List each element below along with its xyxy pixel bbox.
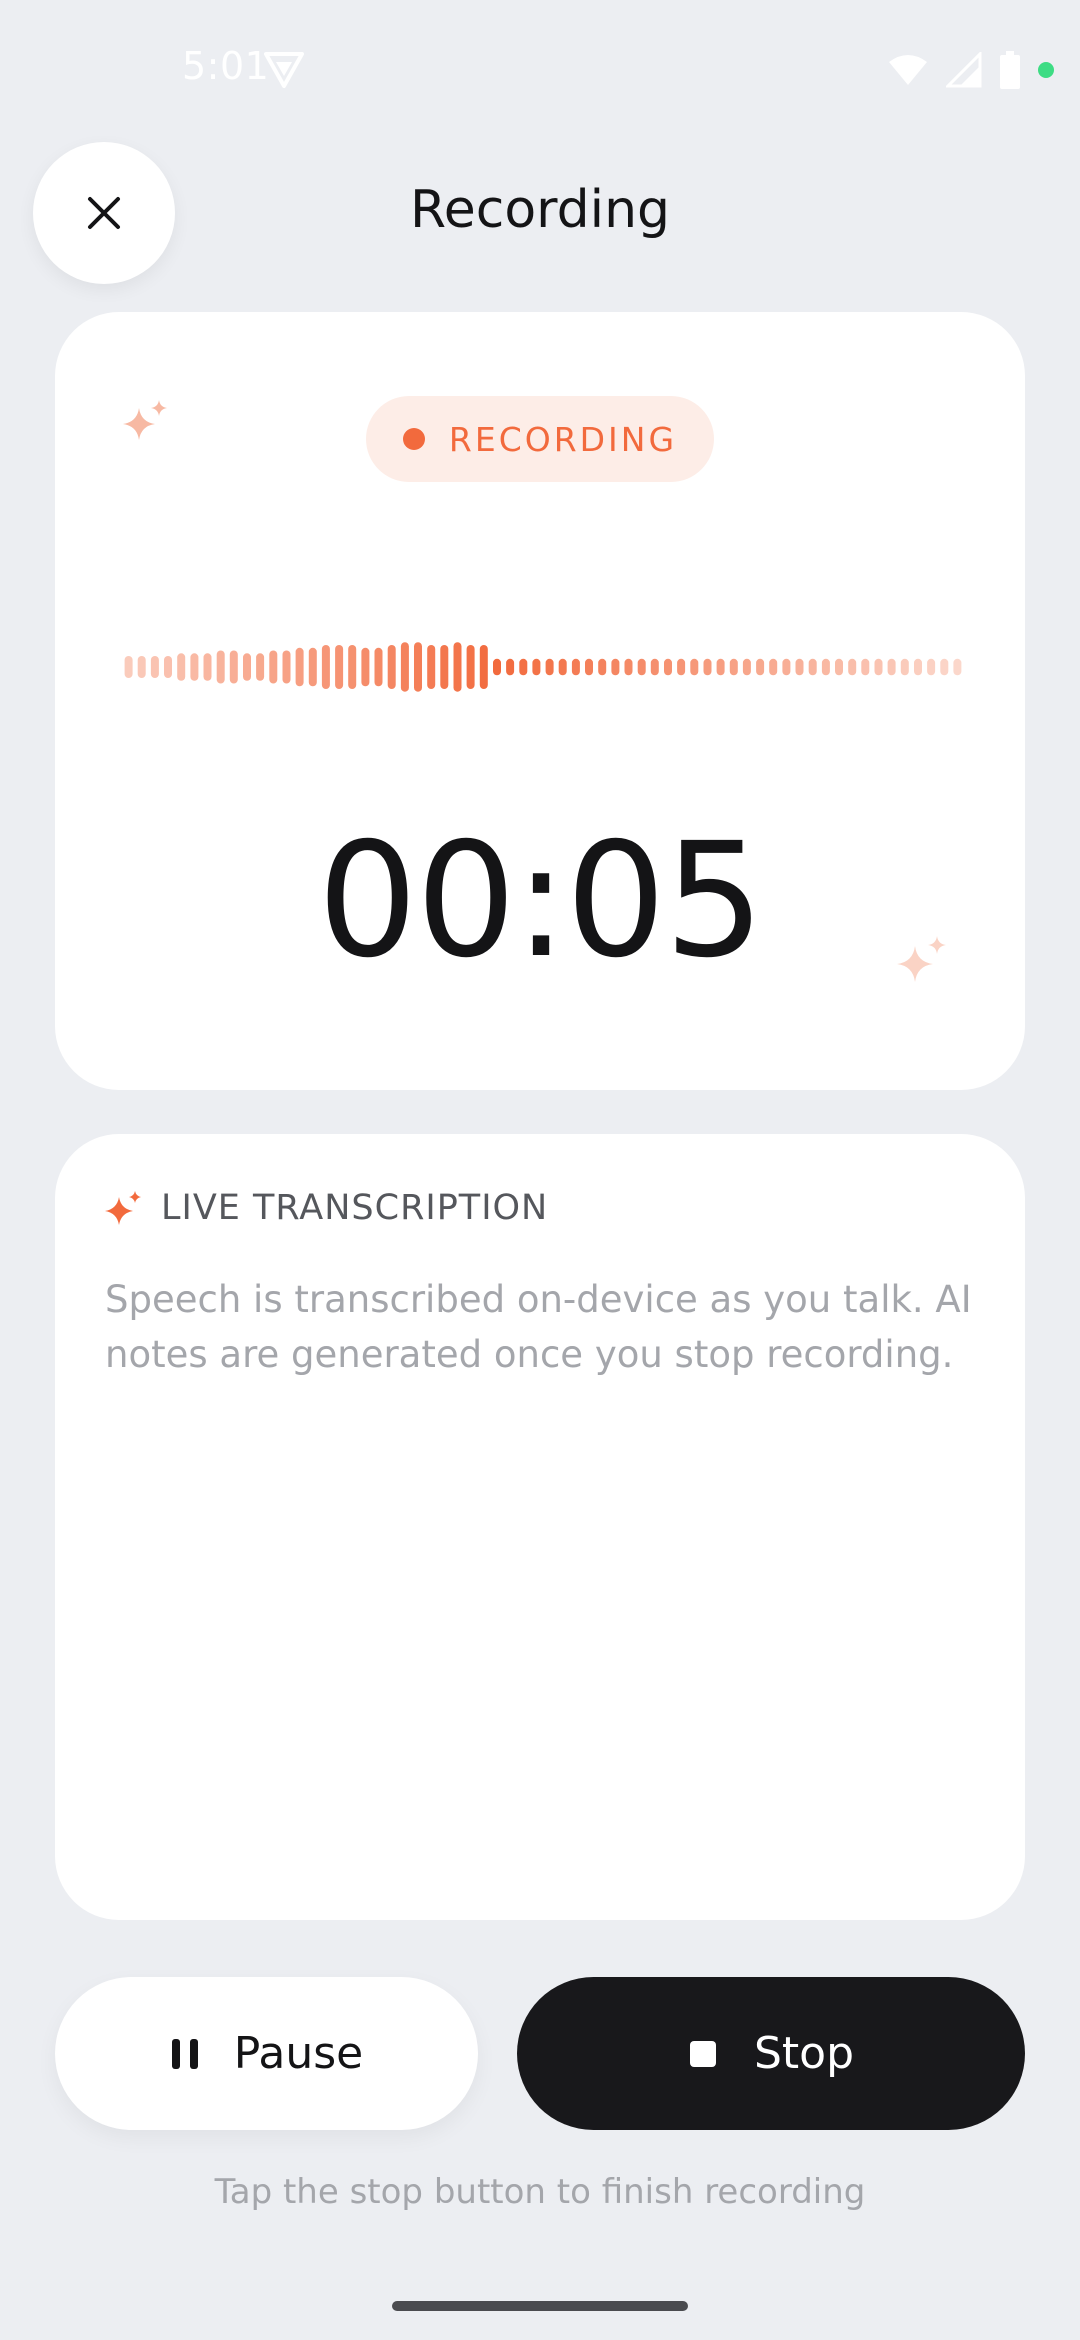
waveform-bar (243, 653, 251, 681)
waveform-bar (400, 642, 409, 692)
waveform-bar (414, 642, 422, 692)
waveform-bar (532, 658, 541, 676)
waveform-bar (216, 650, 225, 684)
waveform-bar (256, 653, 265, 681)
waveform-bar (940, 658, 949, 676)
waveform-bar (887, 658, 896, 676)
pause-icon (171, 2038, 198, 2069)
stop-icon (689, 2040, 716, 2067)
waveform-bar (269, 650, 278, 684)
waveform-bar (453, 642, 462, 692)
sparkle-icon (105, 1191, 141, 1225)
waveform-bar (545, 658, 554, 676)
waveform-bar (808, 658, 817, 676)
waveform-bar (558, 658, 567, 676)
waveform-bar (861, 658, 870, 676)
recording-dot-icon (402, 428, 425, 450)
waveform-bar (190, 653, 199, 681)
waveform-bar (164, 656, 172, 678)
waveform-bar (637, 658, 646, 676)
waveform-bar (466, 645, 475, 689)
cellular-signal-icon (946, 52, 982, 88)
stop-button-label: Stop (753, 2028, 855, 2079)
waveform-bar (729, 658, 738, 676)
recording-card: RECORDING 00:05 (55, 312, 1025, 1090)
waveform-bar (387, 645, 396, 689)
transcription-title: LIVE TRANSCRIPTION (161, 1188, 549, 1228)
waveform-bar (506, 658, 515, 676)
battery-icon (1000, 51, 1020, 89)
recording-timer: 00:05 (317, 809, 764, 993)
waveform-bar (690, 658, 699, 676)
waveform-bar (598, 658, 607, 676)
stop-button[interactable]: Stop (517, 1977, 1025, 2130)
waveform-bar (624, 658, 633, 676)
waveform-bar (874, 658, 883, 676)
waveform-bar (756, 658, 765, 676)
waveform-bar (703, 658, 712, 676)
privacy-indicator-dot (1038, 62, 1054, 78)
stop-hint-text: Tap the stop button to finish recording (214, 2172, 866, 2212)
waveform-bar (479, 645, 488, 689)
status-time: 5:01 (182, 44, 270, 88)
waveform-bar (177, 653, 186, 681)
waveform-bar (295, 647, 304, 687)
waveform-bar (769, 658, 778, 676)
waveform-bar (782, 658, 791, 676)
home-indicator[interactable] (392, 2301, 688, 2311)
waveform-bar (927, 658, 936, 676)
recording-status-badge: RECORDING (366, 396, 714, 482)
audio-waveform (124, 642, 962, 692)
waveform-bar (335, 645, 344, 689)
waveform-bar (914, 658, 922, 676)
waveform-bar (664, 658, 672, 676)
waveform-bar (650, 658, 659, 676)
waveform-bar (848, 658, 857, 676)
recording-status-label: RECORDING (448, 419, 678, 459)
transcription-text: Speech is transcribed on-device as you t… (105, 1278, 972, 1376)
waveform-bar (953, 658, 962, 676)
waveform-bar (308, 647, 317, 687)
waveform-bar (571, 658, 580, 676)
wifi-icon (889, 55, 927, 85)
waveform-bar (427, 645, 436, 689)
waveform-bar (440, 645, 449, 689)
waveform-bar (150, 656, 159, 678)
waveform-bar (203, 653, 212, 681)
page-title: Recording (409, 180, 671, 240)
status-icons (888, 50, 1054, 90)
transcription-header: LIVE TRANSCRIPTION (105, 1188, 548, 1228)
waveform-bar (361, 647, 370, 687)
waveform-bar (900, 658, 909, 676)
pause-button[interactable]: Pause (55, 1977, 478, 2130)
waveform-bar (348, 645, 357, 689)
waveform-bar (519, 658, 528, 676)
vpn-shield-icon (264, 52, 304, 88)
status-bar: 5:01 (0, 0, 1080, 140)
waveform-bar (282, 650, 291, 684)
waveform-bar (716, 658, 725, 676)
waveform-bar (611, 658, 620, 676)
waveform-bar (137, 656, 146, 678)
waveform-bar (821, 658, 830, 676)
sparkle-icon (123, 400, 167, 440)
waveform-bar (493, 658, 501, 676)
waveform-bar (321, 645, 330, 689)
waveform-bar (835, 658, 843, 676)
pause-button-label: Pause (233, 2028, 364, 2079)
live-transcription-card: LIVE TRANSCRIPTION Speech is transcribed… (55, 1134, 1025, 1920)
waveform-bar (795, 658, 804, 676)
waveform-bar (374, 647, 383, 687)
waveform-bar (742, 658, 751, 676)
waveform-bar (677, 658, 686, 676)
waveform-bar (124, 656, 133, 678)
waveform-bar (585, 658, 593, 676)
waveform-bar (229, 650, 238, 684)
